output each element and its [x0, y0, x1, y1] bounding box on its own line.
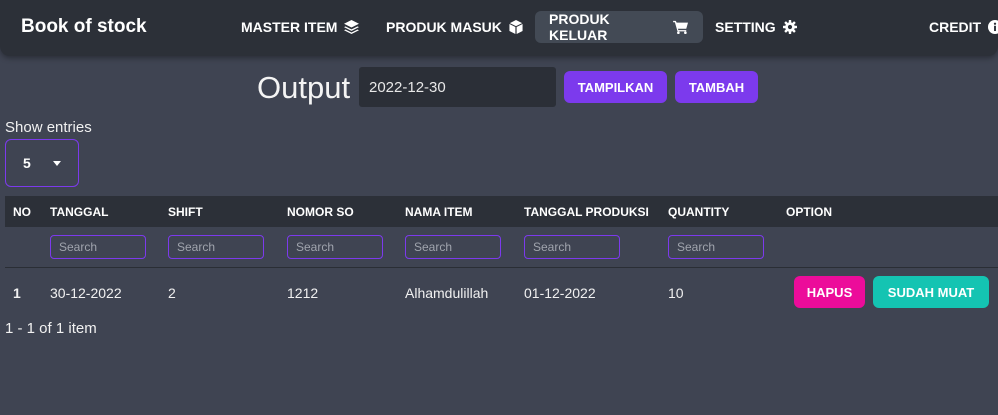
hapus-button[interactable]: HAPUS — [794, 276, 865, 308]
gear-icon — [782, 20, 797, 34]
nav-item-produk-keluar[interactable]: PRODUK KELUAR — [535, 11, 703, 43]
sudah-muat-button[interactable]: SUDAH MUAT — [873, 276, 989, 308]
row-divider — [5, 267, 998, 268]
entries-select[interactable]: 5 — [5, 139, 79, 187]
column-header-option: OPTION — [786, 205, 833, 219]
nav-item-label: MASTER ITEM — [241, 19, 338, 35]
search-input-nomor-so[interactable] — [287, 235, 383, 259]
search-input-nama-item[interactable] — [405, 235, 501, 259]
column-header-tanggal-produksi[interactable]: TANGGAL PRODUKSI — [524, 205, 649, 219]
cell-nama-item: Alhamdulillah — [405, 285, 489, 301]
table-header: NO TANGGAL SHIFT NOMOR SO NAMA ITEM TANG… — [5, 196, 998, 227]
cell-shift: 2 — [168, 285, 176, 301]
nav-item-label: PRODUK MASUK — [386, 19, 502, 35]
box-icon — [509, 20, 523, 34]
search-input-tanggal-produksi[interactable] — [524, 235, 620, 259]
search-input-tanggal[interactable] — [50, 235, 146, 259]
app-brand[interactable]: Book of stock — [21, 16, 147, 38]
nav-item-label: CREDIT — [929, 19, 982, 35]
pagination-summary: 1 - 1 of 1 item — [5, 320, 97, 337]
chevron-down-icon — [53, 160, 61, 166]
cart-icon — [673, 20, 689, 34]
cell-quantity: 10 — [668, 285, 684, 301]
column-header-tanggal[interactable]: TANGGAL — [50, 205, 108, 219]
search-input-shift[interactable] — [168, 235, 264, 259]
nav-item-label: PRODUK KELUAR — [549, 11, 610, 43]
cell-tanggal-produksi: 01-12-2022 — [524, 285, 596, 301]
show-entries-label: Show entries — [5, 119, 92, 136]
cell-tanggal: 30-12-2022 — [50, 285, 122, 301]
column-header-nama-item[interactable]: NAMA ITEM — [405, 205, 473, 219]
nav-item-setting[interactable]: SETTING — [701, 11, 811, 43]
search-input-quantity[interactable] — [668, 235, 764, 259]
nav-item-label: SETTING — [715, 19, 776, 35]
column-header-no[interactable]: NO — [13, 205, 31, 219]
info-icon — [988, 20, 998, 34]
tambah-button[interactable]: TAMBAH — [675, 71, 758, 103]
page-title: Output — [257, 70, 351, 105]
layers-icon — [344, 20, 360, 34]
tampilkan-button[interactable]: TAMPILKAN — [564, 71, 667, 103]
nav-item-produk-masuk[interactable]: PRODUK MASUK — [372, 11, 537, 43]
cell-no: 1 — [13, 285, 21, 301]
nav-item-master-item[interactable]: MASTER ITEM — [227, 11, 373, 43]
top-navbar: Book of stock MASTER ITEM PRODUK MASUK P… — [0, 0, 998, 56]
nav-item-credit[interactable]: CREDIT — [915, 11, 998, 43]
cell-nomor-so: 1212 — [287, 285, 319, 301]
column-header-quantity[interactable]: QUANTITY — [668, 205, 729, 219]
date-input[interactable] — [359, 67, 556, 107]
column-header-shift[interactable]: SHIFT — [168, 205, 203, 219]
column-header-nomor-so[interactable]: NOMOR SO — [287, 205, 354, 219]
entries-selected-value: 5 — [23, 155, 31, 171]
